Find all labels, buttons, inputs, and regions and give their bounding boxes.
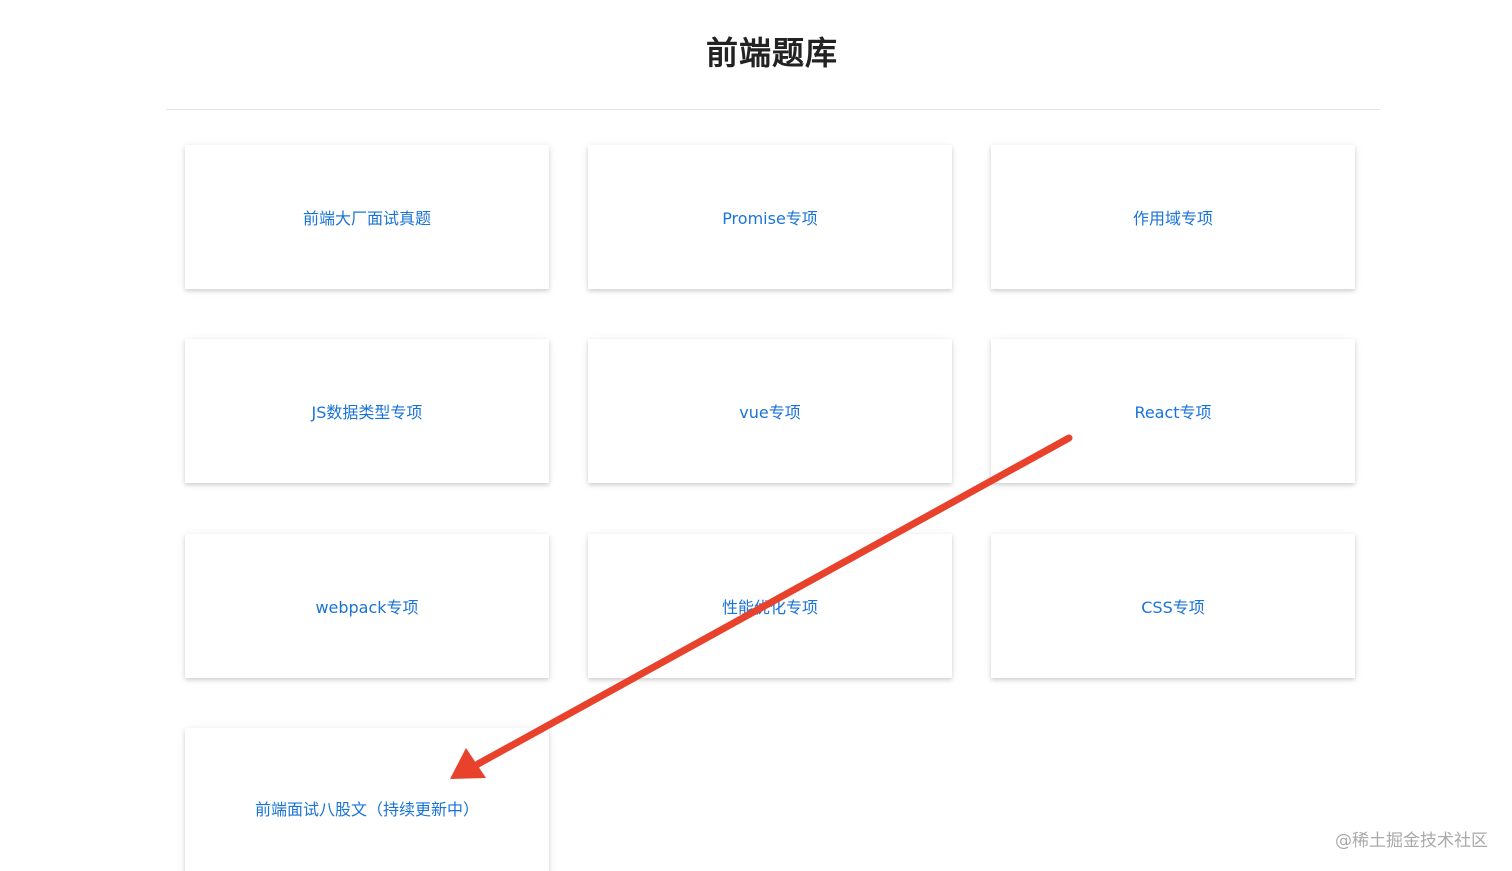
question-bank-grid: 前端大厂面试真题 Promise专项 作用域专项 JS数据类型专项 vue专项 … — [0, 0, 1512, 871]
card-label[interactable]: vue专项 — [739, 399, 800, 423]
card-vue[interactable]: vue专项 — [588, 339, 952, 483]
card-interview-eight-legged-essay[interactable]: 前端面试八股文（持续更新中） — [185, 728, 549, 871]
card-frontend-interview-real-questions[interactable]: 前端大厂面试真题 — [185, 145, 549, 289]
card-label[interactable]: 性能优化专项 — [722, 594, 818, 618]
card-label[interactable]: 前端大厂面试真题 — [303, 205, 431, 229]
card-label[interactable]: 作用域专项 — [1133, 205, 1213, 229]
card-react[interactable]: React专项 — [991, 339, 1355, 483]
card-webpack[interactable]: webpack专项 — [185, 534, 549, 678]
watermark: @稀土掘金技术社区 — [1335, 831, 1488, 851]
card-performance[interactable]: 性能优化专项 — [588, 534, 952, 678]
card-label[interactable]: React专项 — [1134, 399, 1211, 423]
card-label[interactable]: 前端面试八股文（持续更新中） — [255, 796, 479, 820]
card-label[interactable]: Promise专项 — [722, 205, 818, 229]
card-js-data-types[interactable]: JS数据类型专项 — [185, 339, 549, 483]
card-scope[interactable]: 作用域专项 — [991, 145, 1355, 289]
card-label[interactable]: webpack专项 — [315, 594, 418, 618]
card-label[interactable]: JS数据类型专项 — [312, 399, 423, 423]
page: 前端题库 前端大厂面试真题 Promise专项 作用域专项 JS数据类型专项 v… — [0, 0, 1512, 871]
card-promise[interactable]: Promise专项 — [588, 145, 952, 289]
card-css[interactable]: CSS专项 — [991, 534, 1355, 678]
card-label[interactable]: CSS专项 — [1141, 594, 1205, 618]
